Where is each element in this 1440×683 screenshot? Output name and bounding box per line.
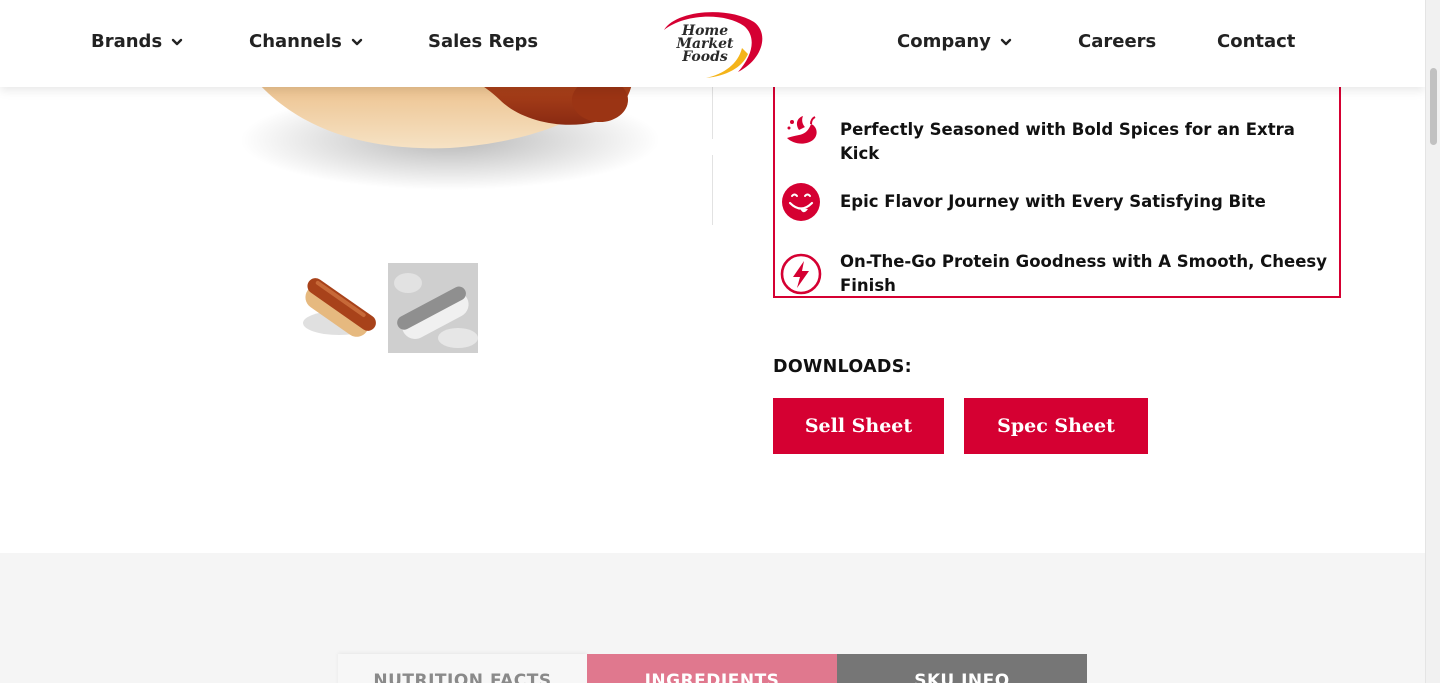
tab-ingredients[interactable]: INGREDIENTS <box>587 654 837 683</box>
nav-sales-reps[interactable]: Sales Reps <box>428 31 538 52</box>
feature-text: Epic Flavor Journey with Every Satisfyin… <box>840 192 1266 211</box>
product-thumbnail-2[interactable] <box>388 263 478 353</box>
nav-contact-label: Contact <box>1217 31 1296 52</box>
nav-brands[interactable]: Brands <box>91 31 183 52</box>
tab-sku-info[interactable]: SKU INFO <box>837 654 1087 683</box>
nav-careers[interactable]: Careers <box>1078 31 1156 52</box>
spec-sheet-button[interactable]: Spec Sheet <box>964 398 1148 454</box>
sell-sheet-button[interactable]: Sell Sheet <box>773 398 944 454</box>
site-header: Brands Channels Sales Reps Home Market F… <box>0 0 1425 87</box>
gallery-divider <box>712 155 713 225</box>
nav-channels[interactable]: Channels <box>249 31 363 52</box>
chili-pepper-icon <box>787 116 817 144</box>
nav-company-label: Company <box>897 31 991 52</box>
feature-item: Perfectly Seasoned with Bold Spices for … <box>779 108 1295 163</box>
page-scrollbar[interactable] <box>1425 0 1440 683</box>
gallery-divider <box>712 87 713 139</box>
product-features-box: Perfectly Seasoned with Bold Spices for … <box>773 84 1341 298</box>
nav-channels-label: Channels <box>249 31 342 52</box>
chevron-down-icon <box>351 38 363 45</box>
downloads-heading: DOWNLOADS: <box>773 357 912 377</box>
nav-company[interactable]: Company <box>897 31 1012 52</box>
lightning-bolt-icon <box>780 253 822 295</box>
thumbnail-2-image <box>388 263 478 353</box>
feature-item: Epic Flavor Journey with Every Satisfyin… <box>779 180 1266 224</box>
product-thumbnail-1[interactable] <box>293 263 383 353</box>
feature-text: Perfectly Seasoned with Bold Spices for … <box>840 120 1295 163</box>
nav-sales-reps-label: Sales Reps <box>428 31 539 52</box>
chevron-down-icon <box>171 38 183 45</box>
tongue-smile-icon <box>782 183 820 221</box>
logo-line-3: Foods <box>682 49 728 65</box>
logo-text: Home Market Foods <box>670 24 740 65</box>
home-market-foods-logo[interactable]: Home Market Foods <box>658 8 768 80</box>
scrollbar-thumb[interactable] <box>1430 68 1437 145</box>
nav-contact[interactable]: Contact <box>1217 31 1295 52</box>
chevron-down-icon <box>1000 38 1012 45</box>
tab-nutrition-facts[interactable]: NUTRITION FACTS <box>338 654 587 683</box>
page: Brands Channels Sales Reps Home Market F… <box>0 0 1425 683</box>
feature-text: On-The-Go Protein Goodness with A Smooth… <box>840 252 1327 295</box>
nav-brands-label: Brands <box>91 31 163 52</box>
nav-careers-label: Careers <box>1078 31 1157 52</box>
feature-item: On-The-Go Protein Goodness with A Smooth… <box>779 252 1327 296</box>
